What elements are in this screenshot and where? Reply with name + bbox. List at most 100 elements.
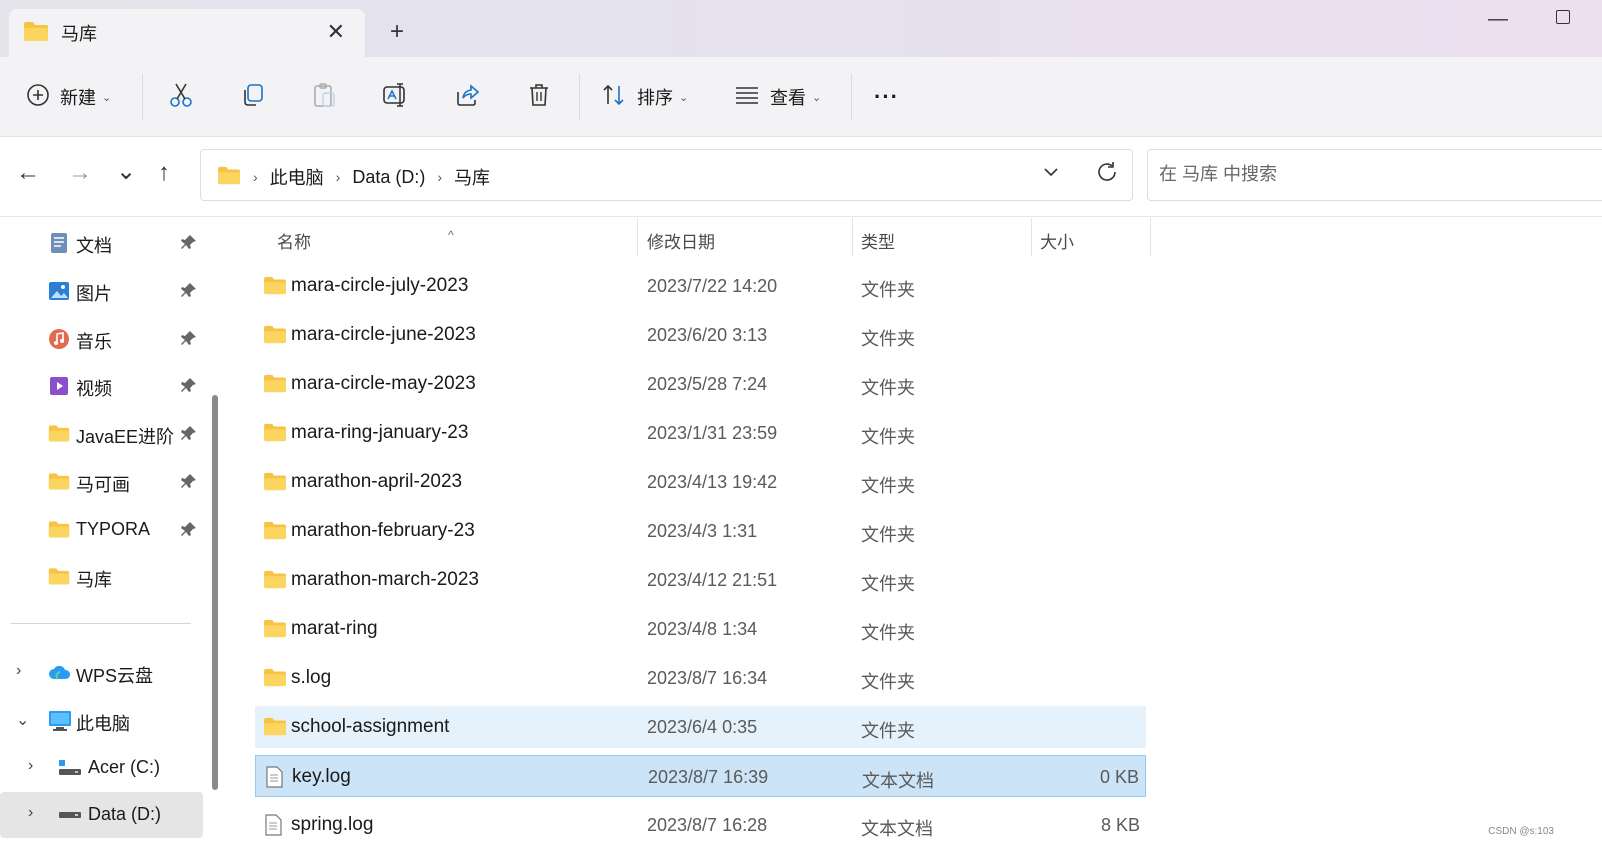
folder-icon bbox=[263, 716, 287, 741]
sidebar-item-maku[interactable]: 马库 bbox=[0, 554, 203, 600]
sidebar-item-this-pc[interactable]: ⌄ 此电脑 bbox=[0, 698, 203, 744]
minimize-button[interactable]: — bbox=[1488, 8, 1508, 31]
sidebar-item-makehua[interactable]: 马可画 bbox=[0, 459, 203, 505]
new-button[interactable]: 新建 ⌄ bbox=[26, 81, 111, 113]
tab-maku[interactable]: 马库 ✕ bbox=[9, 9, 365, 57]
paste-button[interactable] bbox=[311, 81, 337, 113]
file-name: spring.log bbox=[291, 814, 374, 835]
column-divider[interactable] bbox=[852, 218, 853, 256]
file-size: 0 KB bbox=[1099, 767, 1139, 787]
cut-button[interactable] bbox=[168, 81, 194, 113]
delete-button[interactable] bbox=[526, 81, 552, 113]
folder-icon bbox=[217, 165, 241, 190]
new-label: 新建 bbox=[60, 88, 96, 108]
pin-icon[interactable] bbox=[181, 521, 197, 540]
rename-button[interactable] bbox=[382, 81, 408, 113]
column-header-name[interactable]: 名称 bbox=[277, 228, 311, 253]
file-type: 文件夹 bbox=[861, 574, 915, 594]
sidebar-item-label: 视频 bbox=[76, 379, 112, 399]
file-type: 文件夹 bbox=[861, 525, 915, 545]
breadcrumb-data-d[interactable]: Data (D:) bbox=[352, 167, 425, 188]
more-icon: ··· bbox=[874, 84, 899, 109]
up-button[interactable]: ↑ bbox=[158, 159, 170, 187]
column-divider[interactable] bbox=[637, 218, 638, 256]
chevron-down-icon: ⌄ bbox=[812, 91, 822, 104]
recent-locations-button[interactable]: ⌄ bbox=[116, 157, 136, 186]
column-header-type[interactable]: 类型 bbox=[861, 228, 895, 253]
search-input[interactable] bbox=[1159, 164, 1559, 185]
view-button[interactable]: 查看 ⌄ bbox=[734, 81, 821, 113]
file-type: 文件夹 bbox=[861, 329, 915, 349]
pin-icon[interactable] bbox=[181, 282, 197, 301]
sidebar-item-pictures[interactable]: 图片 bbox=[0, 268, 203, 314]
folder-icon bbox=[23, 20, 49, 47]
sidebar-item-videos[interactable]: 视频 bbox=[0, 363, 203, 409]
file-name: mara-circle-july-2023 bbox=[291, 275, 469, 296]
forward-button[interactable]: → bbox=[68, 159, 92, 187]
sidebar-scrollbar[interactable] bbox=[212, 395, 218, 790]
sort-button[interactable]: 排序 ⌄ bbox=[601, 81, 688, 113]
file-row[interactable]: mara-circle-june-2023 2023/6/20 3:13 文件夹 bbox=[255, 314, 1146, 356]
column-header-date[interactable]: 修改日期 bbox=[647, 228, 715, 253]
chevron-down-icon[interactable] bbox=[1043, 164, 1059, 183]
pin-icon[interactable] bbox=[181, 473, 197, 492]
pin-icon[interactable] bbox=[181, 330, 197, 349]
close-tab-icon[interactable]: ✕ bbox=[327, 19, 345, 45]
file-row[interactable]: mara-circle-may-2023 2023/5/28 7:24 文件夹 bbox=[255, 363, 1146, 405]
drive-c-icon bbox=[58, 757, 81, 779]
search-box[interactable] bbox=[1147, 149, 1602, 201]
sidebar-item-label: JavaEE进阶 bbox=[76, 427, 175, 447]
file-row[interactable]: mara-circle-july-2023 2023/7/22 14:20 文件夹 bbox=[255, 265, 1146, 307]
text-file-icon bbox=[263, 814, 283, 841]
sidebar-item-typora[interactable]: TYPORA bbox=[0, 507, 203, 553]
chevron-right-icon[interactable]: › bbox=[28, 757, 33, 775]
refresh-icon[interactable] bbox=[1095, 160, 1119, 190]
sidebar-item-label: 文档 bbox=[76, 236, 112, 256]
sidebar-item-label: WPS云盘 bbox=[76, 666, 154, 686]
file-row[interactable]: mara-ring-january-23 2023/1/31 23:59 文件夹 bbox=[255, 412, 1146, 454]
sidebar-item-music[interactable]: 音乐 bbox=[0, 316, 203, 362]
breadcrumb-separator: › bbox=[437, 169, 443, 185]
sidebar-item-javaee[interactable]: JavaEE进阶 bbox=[0, 411, 203, 457]
folder-icon bbox=[263, 520, 287, 545]
copy-button[interactable] bbox=[240, 81, 266, 113]
back-button[interactable]: ← bbox=[16, 159, 40, 187]
sidebar-item-documents[interactable]: 文档 bbox=[0, 220, 203, 266]
file-row[interactable]: marathon-april-2023 2023/4/13 19:42 文件夹 bbox=[255, 461, 1146, 503]
file-row[interactable]: school-assignment 2023/6/4 0:35 文件夹 bbox=[255, 706, 1146, 748]
share-button[interactable] bbox=[454, 81, 480, 113]
file-name: mara-ring-january-23 bbox=[291, 422, 469, 443]
address-bar[interactable]: › 此电脑 › Data (D:) › 马库 bbox=[200, 149, 1133, 201]
column-divider[interactable] bbox=[1031, 218, 1032, 256]
file-row[interactable]: key.log 2023/8/7 16:39 文本文档 0 KB bbox=[255, 755, 1146, 797]
maximize-button[interactable] bbox=[1556, 10, 1570, 24]
pin-icon[interactable] bbox=[181, 234, 197, 253]
sidebar-item-wps-cloud[interactable]: › WPS云盘 bbox=[0, 650, 203, 696]
breadcrumb-separator: › bbox=[335, 169, 341, 185]
chevron-right-icon[interactable]: › bbox=[16, 662, 21, 680]
sidebar-item-data-d[interactable]: › Data (D:) bbox=[0, 792, 203, 838]
breadcrumb-maku[interactable]: 马库 bbox=[454, 164, 490, 190]
column-header-size[interactable]: 大小 bbox=[1040, 228, 1074, 253]
file-type: 文件夹 bbox=[861, 378, 915, 398]
trash-icon bbox=[526, 82, 552, 113]
file-row[interactable]: spring.log 2023/8/7 16:28 文本文档 8 KB bbox=[255, 804, 1146, 846]
pin-icon[interactable] bbox=[181, 377, 197, 396]
file-row[interactable]: s.log 2023/8/7 16:34 文件夹 bbox=[255, 657, 1146, 699]
file-row[interactable]: marat-ring 2023/4/8 1:34 文件夹 bbox=[255, 608, 1146, 650]
chevron-down-icon[interactable]: ⌄ bbox=[16, 710, 29, 730]
file-type: 文件夹 bbox=[861, 476, 915, 496]
file-name: school-assignment bbox=[291, 716, 450, 737]
new-tab-button[interactable]: + bbox=[390, 18, 404, 46]
file-row[interactable]: marathon-march-2023 2023/4/12 21:51 文件夹 bbox=[255, 559, 1146, 601]
column-divider[interactable] bbox=[1150, 218, 1151, 256]
file-date: 2023/4/13 19:42 bbox=[647, 472, 778, 492]
videos-icon bbox=[48, 375, 70, 397]
breadcrumb-this-pc[interactable]: 此电脑 bbox=[270, 164, 324, 190]
chevron-right-icon[interactable]: › bbox=[28, 804, 33, 822]
pictures-icon bbox=[48, 280, 70, 302]
pin-icon[interactable] bbox=[181, 425, 197, 444]
more-button[interactable]: ··· bbox=[874, 81, 899, 113]
file-row[interactable]: marathon-february-23 2023/4/3 1:31 文件夹 bbox=[255, 510, 1146, 552]
sidebar-item-acer-c[interactable]: › Acer (C:) bbox=[0, 745, 203, 791]
